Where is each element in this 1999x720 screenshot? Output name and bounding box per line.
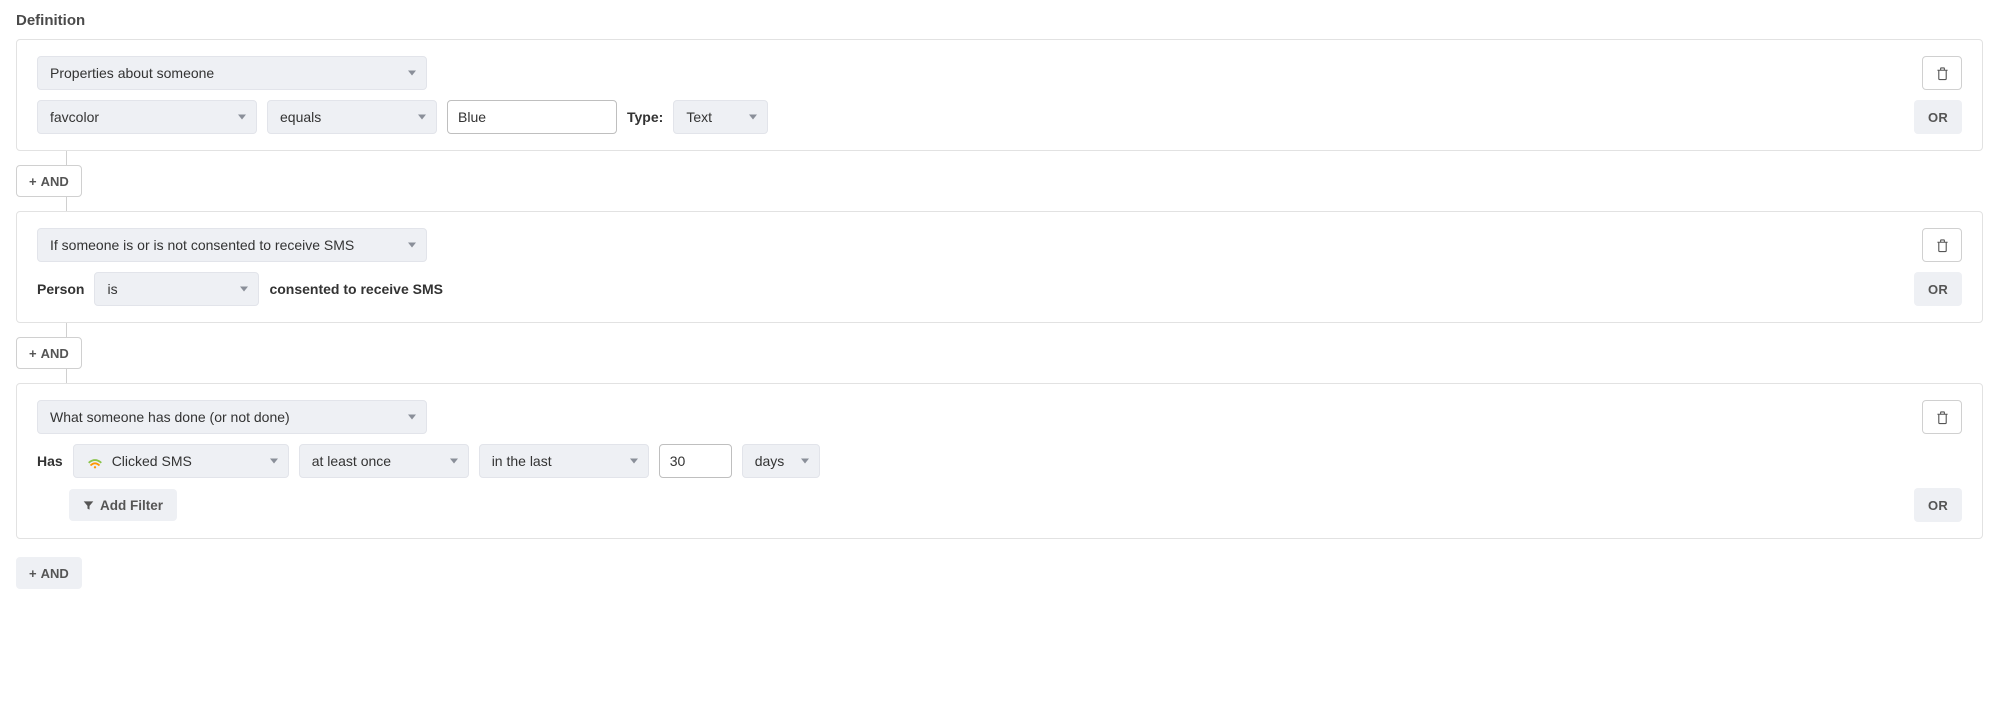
time-value-input[interactable] [659,444,732,478]
frequency-select[interactable]: at least once [299,444,469,478]
value-type-label: Text [686,109,712,125]
chevron-down-icon [450,459,458,464]
and-label: AND [41,174,69,189]
and-label: AND [41,346,69,361]
delete-condition-button[interactable] [1922,56,1962,90]
condition-type-label: Properties about someone [50,65,214,81]
timeframe-select[interactable]: in the last [479,444,649,478]
property-label: favcolor [50,109,99,125]
has-label: Has [37,453,63,469]
value-type-select[interactable]: Text [673,100,768,134]
frequency-label: at least once [312,453,391,469]
add-filter-label: Add Filter [100,498,163,513]
property-select[interactable]: favcolor [37,100,257,134]
operator-label: equals [280,109,321,125]
condition-type-label: If someone is or is not consented to rec… [50,237,354,253]
chevron-down-icon [408,243,416,248]
event-label: Clicked SMS [112,453,192,469]
chevron-down-icon [630,459,638,464]
verb-select[interactable]: is [94,272,259,306]
delete-condition-button[interactable] [1922,228,1962,262]
chevron-down-icon [801,459,809,464]
connector-line [66,323,67,337]
person-label: Person [37,281,84,297]
value-input[interactable] [447,100,617,134]
or-button[interactable]: OR [1914,272,1962,306]
condition-card-2: If someone is or is not consented to rec… [16,211,1983,323]
and-button[interactable]: + AND [16,337,82,369]
chevron-down-icon [238,115,246,120]
condition-type-label: What someone has done (or not done) [50,409,290,425]
chevron-down-icon [408,415,416,420]
plus-icon: + [29,174,37,189]
condition-type-select[interactable]: Properties about someone [37,56,427,90]
consented-label: consented to receive SMS [269,281,443,297]
trash-icon [1936,238,1949,253]
and-button[interactable]: + AND [16,165,82,197]
event-source-icon [86,452,104,470]
operator-select[interactable]: equals [267,100,437,134]
and-label: AND [41,566,69,581]
connector-line [66,197,67,211]
chevron-down-icon [408,71,416,76]
plus-icon: + [29,566,37,581]
time-unit-label: days [755,453,785,469]
verb-label: is [107,281,117,297]
chevron-down-icon [418,115,426,120]
add-filter-button[interactable]: Add Filter [69,489,177,521]
condition-card-1: Properties about someone favcolor equals… [16,39,1983,151]
chevron-down-icon [240,287,248,292]
and-button-final[interactable]: + AND [16,557,82,589]
or-button[interactable]: OR [1914,100,1962,134]
event-label-wrap: Clicked SMS [86,452,192,470]
condition-type-select[interactable]: If someone is or is not consented to rec… [37,228,427,262]
timeframe-label: in the last [492,453,552,469]
condition-type-select[interactable]: What someone has done (or not done) [37,400,427,434]
trash-icon [1936,410,1949,425]
trash-icon [1936,66,1949,81]
condition-card-3: What someone has done (or not done) Has … [16,383,1983,539]
connector-line [66,151,67,165]
type-label: Type: [627,109,663,125]
or-button[interactable]: OR [1914,488,1962,522]
chevron-down-icon [749,115,757,120]
connector-line [66,369,67,383]
event-select[interactable]: Clicked SMS [73,444,289,478]
delete-condition-button[interactable] [1922,400,1962,434]
plus-icon: + [29,346,37,361]
filter-icon [83,500,94,511]
chevron-down-icon [270,459,278,464]
section-heading: Definition [16,12,1983,29]
time-unit-select[interactable]: days [742,444,820,478]
